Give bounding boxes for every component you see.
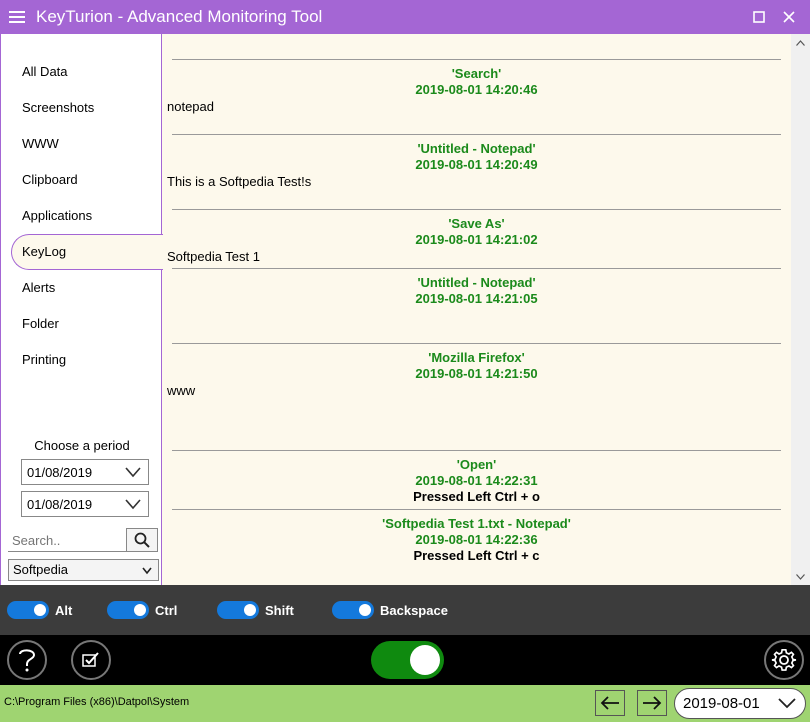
toggle-label: Shift [265,602,294,618]
period-label: Choose a period [34,438,130,453]
log-app-title: 'Search' [451,66,502,81]
maximize-icon[interactable] [744,0,774,34]
sidebar-item-applications[interactable]: Applications [1,198,163,234]
scroll-up-icon[interactable] [791,34,810,51]
tasks-button[interactable] [71,640,111,680]
window-title: KeyTurion - Advanced Monitoring Tool [36,7,323,26]
toggle-label: Backspace [380,602,448,618]
date-from-value: 01/08/2019 [27,464,93,480]
help-button[interactable] [7,640,47,680]
monitoring-toggle[interactable] [371,641,444,679]
arrow-right-icon [643,696,662,710]
toggle-switch[interactable] [217,601,259,619]
user-select[interactable]: Softpedia [8,559,159,581]
toggle-label: Ctrl [155,602,178,618]
close-icon[interactable] [774,0,804,34]
toggle-switch[interactable] [7,601,49,619]
sidebar-item-keylog[interactable]: KeyLog [11,234,163,270]
log-timestamp: 2019-08-01 14:21:02 [415,232,538,247]
date-to-select[interactable]: 01/08/2019 [21,491,149,517]
log-app-title: 'Mozilla Firefox' [428,350,525,365]
title-bar: KeyTurion - Advanced Monitoring Tool [0,0,810,34]
log-entry[interactable]: 'Untitled - Notepad' 2019-08-01 14:20:49… [162,134,791,190]
chevron-down-icon [125,467,141,478]
checklist-icon [82,652,99,667]
sidebar-item-alerts[interactable]: Alerts [1,270,163,306]
sidebar-item-folder[interactable]: Folder [1,306,163,342]
settings-button[interactable] [764,640,804,680]
log-app-title: 'Open' [456,457,497,472]
search-button[interactable] [126,528,158,552]
toggle-shift[interactable]: Shift [217,601,294,619]
date-picker[interactable]: 2019-08-01 [674,688,806,719]
sidebar-item-clipboard[interactable]: Clipboard [1,162,163,198]
date-picker-value: 2019-08-01 [683,695,760,712]
chevron-down-icon [778,698,796,709]
toggle-ctrl[interactable]: Ctrl [107,601,177,619]
toggle-switch[interactable] [332,601,374,619]
toggle-switch[interactable] [107,601,149,619]
chevron-down-icon [142,567,152,575]
log-timestamp: 2019-08-01 14:21:05 [415,291,538,306]
toggle-alt[interactable]: Alt [7,601,72,619]
log-entry[interactable]: 'Softpedia Test 1.txt - Notepad' 2019-08… [162,509,791,564]
status-bar: C:\Program Files (x86)\Datpol\System 201… [0,685,810,722]
hamburger-icon[interactable] [0,0,34,34]
scroll-down-icon[interactable] [791,568,810,585]
log-entry[interactable]: 'Untitled - Notepad' 2019-08-01 14:21:05 [162,268,791,307]
log-timestamp: 2019-08-01 14:22:36 [415,532,538,547]
log-entry[interactable]: 'Mozilla Firefox' 2019-08-01 14:21:50 ww… [162,343,791,399]
install-path: C:\Program Files (x86)\Datpol\System [4,696,190,708]
log-entry[interactable]: 'Save As' 2019-08-01 14:21:02 Softpedia … [162,209,791,265]
log-keys: Pressed Left Ctrl + c [413,548,540,563]
toggle-label: Alt [55,602,73,618]
search-input[interactable] [8,530,126,552]
arrow-left-icon [600,696,619,710]
sidebar: All Data Screenshots WWW Clipboard Appli… [0,34,163,585]
help-icon [19,649,36,672]
vertical-scrollbar[interactable] [791,34,810,585]
key-filter-bar: Alt Ctrl Shift Backspace [0,585,810,635]
log-timestamp: 2019-08-01 14:20:46 [415,82,538,97]
controls-bar [0,635,810,685]
log-text: This is a Softpedia Test!s [167,174,312,189]
sidebar-item-www[interactable]: WWW [1,126,163,162]
sidebar-item-all-data[interactable]: All Data [1,54,163,90]
log-entry[interactable]: 'Search' 2019-08-01 14:20:46 notepad [162,59,791,115]
log-app-title: 'Untitled - Notepad' [417,275,536,290]
log-text: Softpedia Test 1 [167,249,260,264]
log-text: www [167,383,196,398]
sidebar-item-screenshots[interactable]: Screenshots [1,90,163,126]
log-timestamp: 2019-08-01 14:22:31 [415,473,538,488]
sidebar-item-printing[interactable]: Printing [1,342,163,378]
log-entry[interactable]: 'Open' 2019-08-01 14:22:31 Pressed Left … [162,450,791,505]
user-select-value: Softpedia [13,562,68,577]
date-from-select[interactable]: 01/08/2019 [21,459,149,485]
log-app-title: 'Save As' [448,216,505,231]
sidebar-nav: All Data Screenshots WWW Clipboard Appli… [1,54,163,378]
log-timestamp: 2019-08-01 14:20:49 [415,157,538,172]
chevron-down-icon [125,499,141,510]
previous-day-button[interactable] [595,690,625,716]
gear-icon [771,649,797,671]
date-to-value: 01/08/2019 [27,496,93,512]
next-day-button[interactable] [637,690,667,716]
toggle-backspace[interactable]: Backspace [332,601,448,619]
search-icon [134,532,150,548]
log-text: notepad [167,99,214,114]
log-timestamp: 2019-08-01 14:21:50 [415,366,538,381]
keylog-list: 'Search' 2019-08-01 14:20:46 notepad 'Un… [162,34,791,585]
log-app-title: 'Untitled - Notepad' [417,141,536,156]
log-keys: Pressed Left Ctrl + o [413,489,540,504]
log-app-title: 'Softpedia Test 1.txt - Notepad' [382,516,571,531]
